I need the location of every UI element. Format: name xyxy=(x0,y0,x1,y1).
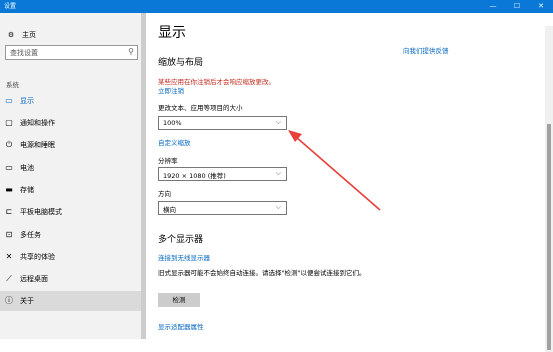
annotation-arrow xyxy=(288,130,381,211)
arrow-shaft xyxy=(295,136,381,211)
